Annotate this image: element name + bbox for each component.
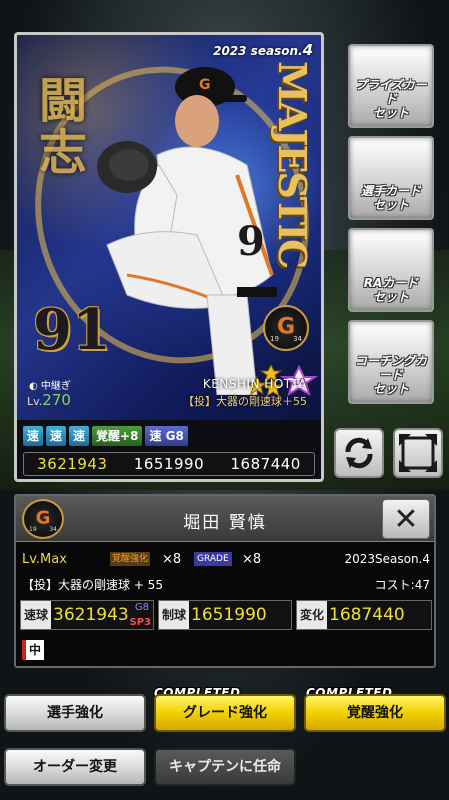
brush-calligraphy: 闘志: [30, 75, 86, 179]
uniform-number: 91: [33, 297, 111, 363]
chip-speed: 速: [69, 426, 90, 446]
captain-button[interactable]: キャプテンに任命: [154, 748, 296, 786]
player-card[interactable]: 闘志 G 9 2023 season.4 MAJESTIC 91 G 19 34: [14, 32, 324, 482]
card-series-title: MAJESTIC: [270, 61, 315, 268]
position-chip: 中: [22, 640, 44, 660]
prize-card-set-button[interactable]: プライズカード セット: [348, 44, 434, 128]
player-enhance-button[interactable]: 選手強化: [4, 694, 146, 732]
card-stats: 3621943 1651990 1687440: [23, 452, 315, 476]
awaken-tag: 覚醒強化: [110, 552, 151, 566]
svg-text:G: G: [199, 77, 211, 93]
player-name-en: KENSHIN HOTTA: [202, 377, 307, 391]
season-label: 2023Season.4: [344, 552, 430, 566]
order-change-button[interactable]: オーダー変更: [4, 748, 146, 786]
chip-awaken: 覚醒+8: [92, 426, 143, 446]
card-cost: コスト:47: [374, 578, 430, 592]
awaken-enhance-button[interactable]: 覚醒強化: [304, 694, 446, 732]
stat-boxes: 速球 3621943 G8 SP3 制球 1651990 変化 1687440: [20, 600, 432, 630]
expand-button[interactable]: [393, 428, 443, 478]
ra-card-set-button[interactable]: RAカード セット: [348, 228, 434, 312]
card-footer: 速 速 速 覚醒+8 速 G8 3621943 1651990 1687440: [17, 420, 321, 479]
level-max: Lv.Max: [22, 552, 67, 567]
stat-fastball: 3621943: [37, 455, 108, 473]
team-logo: G 19 34: [263, 305, 309, 351]
stat-box-breaking: 変化 1687440: [296, 600, 432, 630]
card-season: 2023 season.4: [213, 41, 313, 59]
stat-breaking: 1687440: [230, 455, 301, 473]
ability-chips: 速 速 速 覚醒+8 速 G8: [23, 426, 188, 446]
card-ability: 【投】大器の剛速球＋55: [183, 395, 307, 408]
special-ability: 【投】大器の剛速球 + 55: [22, 578, 163, 592]
close-icon: ✕: [393, 502, 419, 537]
svg-text:9: 9: [237, 218, 265, 265]
chip-grade: 速 G8: [145, 426, 188, 446]
rotate-icon: [345, 437, 373, 469]
rotate-button[interactable]: [334, 428, 384, 478]
grade-enhance-button[interactable]: グレード強化: [154, 694, 296, 732]
panel-header: G 19 34 堀田 賢慎 ✕: [16, 496, 434, 542]
card-level: Lv.270: [27, 391, 71, 409]
awaken-count: ×8: [162, 552, 182, 567]
player-card-set-button[interactable]: 選手カード セット: [348, 136, 434, 220]
player-role: ◐ 中継ぎ: [29, 381, 71, 392]
expand-icon: [399, 434, 437, 472]
close-button[interactable]: ✕: [382, 499, 430, 539]
player-name: 堀田 賢慎: [183, 513, 267, 533]
player-info-panel: G 19 34 堀田 賢慎 ✕ Lv.Max 覚醒強化 ×8 GRADE ×8 …: [14, 494, 436, 668]
stat-box-control: 制球 1651990: [158, 600, 292, 630]
stat-control: 1651990: [133, 455, 205, 473]
coaching-card-set-button[interactable]: コーチングカード セット: [348, 320, 434, 404]
player-illustration: G 9: [97, 67, 277, 395]
stat-box-fastball: 速球 3621943 G8 SP3: [20, 600, 154, 630]
chip-speed: 速: [23, 426, 44, 446]
grade-tag: GRADE: [194, 552, 232, 566]
chip-speed: 速: [46, 426, 67, 446]
grade-count: ×8: [242, 552, 262, 567]
